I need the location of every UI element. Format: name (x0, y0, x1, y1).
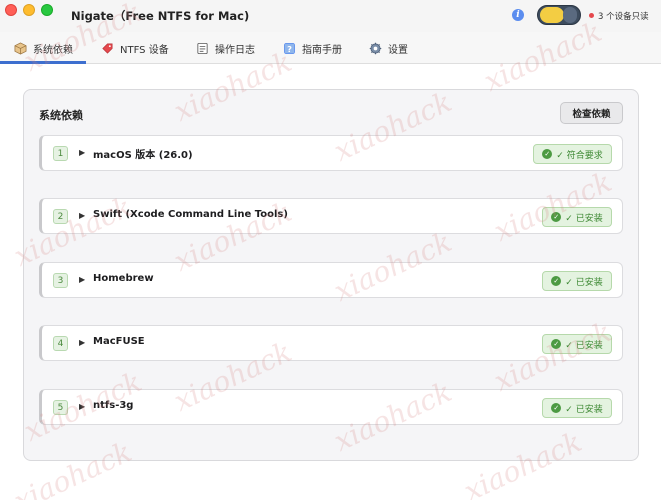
tab-ntfs-devices[interactable]: NTFS 设备 (101, 32, 169, 64)
check-circle-icon: ✓ (551, 403, 562, 413)
tab-bar: 系统依赖 NTFS 设备 操作日志 ? 指南手册 设置 (0, 32, 661, 64)
status-badge-label: ✓ 符合要求 (556, 150, 603, 161)
window-controls (5, 4, 53, 16)
active-tab-indicator (0, 61, 86, 64)
dependency-name: MacFUSE (93, 336, 145, 347)
dependency-row[interactable]: 5 ▶ ntfs-3g ✓ ✓ 已安装 (39, 389, 623, 425)
dependency-name: Swift (Xcode Command Line Tools) (93, 209, 288, 220)
expand-arrow-icon[interactable]: ▶ (79, 211, 85, 220)
dependency-index: 2 (53, 209, 68, 224)
status-badge: ✓ ✓ 已安装 (542, 271, 612, 291)
check-circle-icon: ✓ (542, 149, 553, 159)
svg-text:?: ? (287, 43, 292, 53)
minimize-window-button[interactable] (23, 4, 35, 16)
status-dot-icon (589, 13, 594, 18)
package-icon (14, 42, 27, 54)
dependency-index: 3 (53, 273, 68, 288)
theme-toggle[interactable] (537, 5, 581, 25)
dependency-name: macOS 版本 (26.0) (93, 150, 193, 161)
tab-label: 操作日志 (215, 44, 255, 56)
status-badge-label: ✓ 已安装 (565, 277, 603, 288)
dependency-row[interactable]: 3 ▶ Homebrew ✓ ✓ 已安装 (39, 262, 623, 298)
check-dependencies-button[interactable]: 检查依赖 (560, 102, 623, 124)
tab-operation-log[interactable]: 操作日志 (196, 32, 255, 64)
status-badge: ✓ ✓ 符合要求 (533, 144, 612, 164)
check-circle-icon: ✓ (551, 276, 562, 286)
maximize-window-button[interactable] (41, 4, 53, 16)
dependency-name: ntfs-3g (93, 400, 134, 411)
tag-icon (102, 42, 113, 54)
toggle-track-indicator (563, 7, 577, 23)
tab-guide[interactable]: ? 指南手册 (283, 32, 342, 64)
app-window: Nigate（Free NTFS for Mac) i 3 个设备只读 系统依赖… (0, 0, 661, 500)
tab-label: 指南手册 (302, 44, 342, 56)
expand-arrow-icon[interactable]: ▶ (79, 148, 85, 157)
dependency-row[interactable]: 4 ▶ MacFUSE ✓ ✓ 已安装 (39, 325, 623, 361)
help-icon: ? (284, 42, 295, 54)
tab-settings[interactable]: 设置 (369, 32, 408, 64)
expand-arrow-icon[interactable]: ▶ (79, 275, 85, 284)
dependency-index: 4 (53, 336, 68, 351)
tab-label: 系统依赖 (33, 44, 73, 56)
device-status-text: 3 个设备只读 (598, 12, 649, 22)
status-badge: ✓ ✓ 已安装 (542, 334, 612, 354)
dependency-index: 1 (53, 146, 68, 161)
tab-label: NTFS 设备 (120, 44, 169, 56)
toggle-knob (540, 7, 564, 23)
dependency-index: 5 (53, 400, 68, 415)
status-badge-label: ✓ 已安装 (565, 340, 603, 351)
status-badge-label: ✓ 已安装 (565, 404, 603, 415)
status-badge-label: ✓ 已安装 (565, 213, 603, 224)
tab-label: 设置 (388, 44, 408, 56)
app-title: Nigate（Free NTFS for Mac) (71, 9, 250, 23)
dependency-row[interactable]: 1 ▶ macOS 版本 (26.0) ✓ ✓ 符合要求 (39, 135, 623, 171)
log-icon (197, 42, 208, 54)
info-icon[interactable]: i (512, 9, 524, 21)
status-badge: ✓ ✓ 已安装 (542, 398, 612, 418)
status-badge: ✓ ✓ 已安装 (542, 207, 612, 227)
expand-arrow-icon[interactable]: ▶ (79, 402, 85, 411)
tab-system-dependencies[interactable]: 系统依赖 (14, 32, 73, 64)
dependency-name: Homebrew (93, 273, 154, 284)
check-circle-icon: ✓ (551, 339, 562, 349)
check-circle-icon: ✓ (551, 212, 562, 222)
expand-arrow-icon[interactable]: ▶ (79, 338, 85, 347)
gear-icon (369, 42, 382, 54)
title-bar: Nigate（Free NTFS for Mac) i 3 个设备只读 (0, 0, 661, 32)
dependency-row[interactable]: 2 ▶ Swift (Xcode Command Line Tools) ✓ ✓… (39, 198, 623, 234)
panel-title: 系统依赖 (39, 109, 83, 122)
close-window-button[interactable] (5, 4, 17, 16)
